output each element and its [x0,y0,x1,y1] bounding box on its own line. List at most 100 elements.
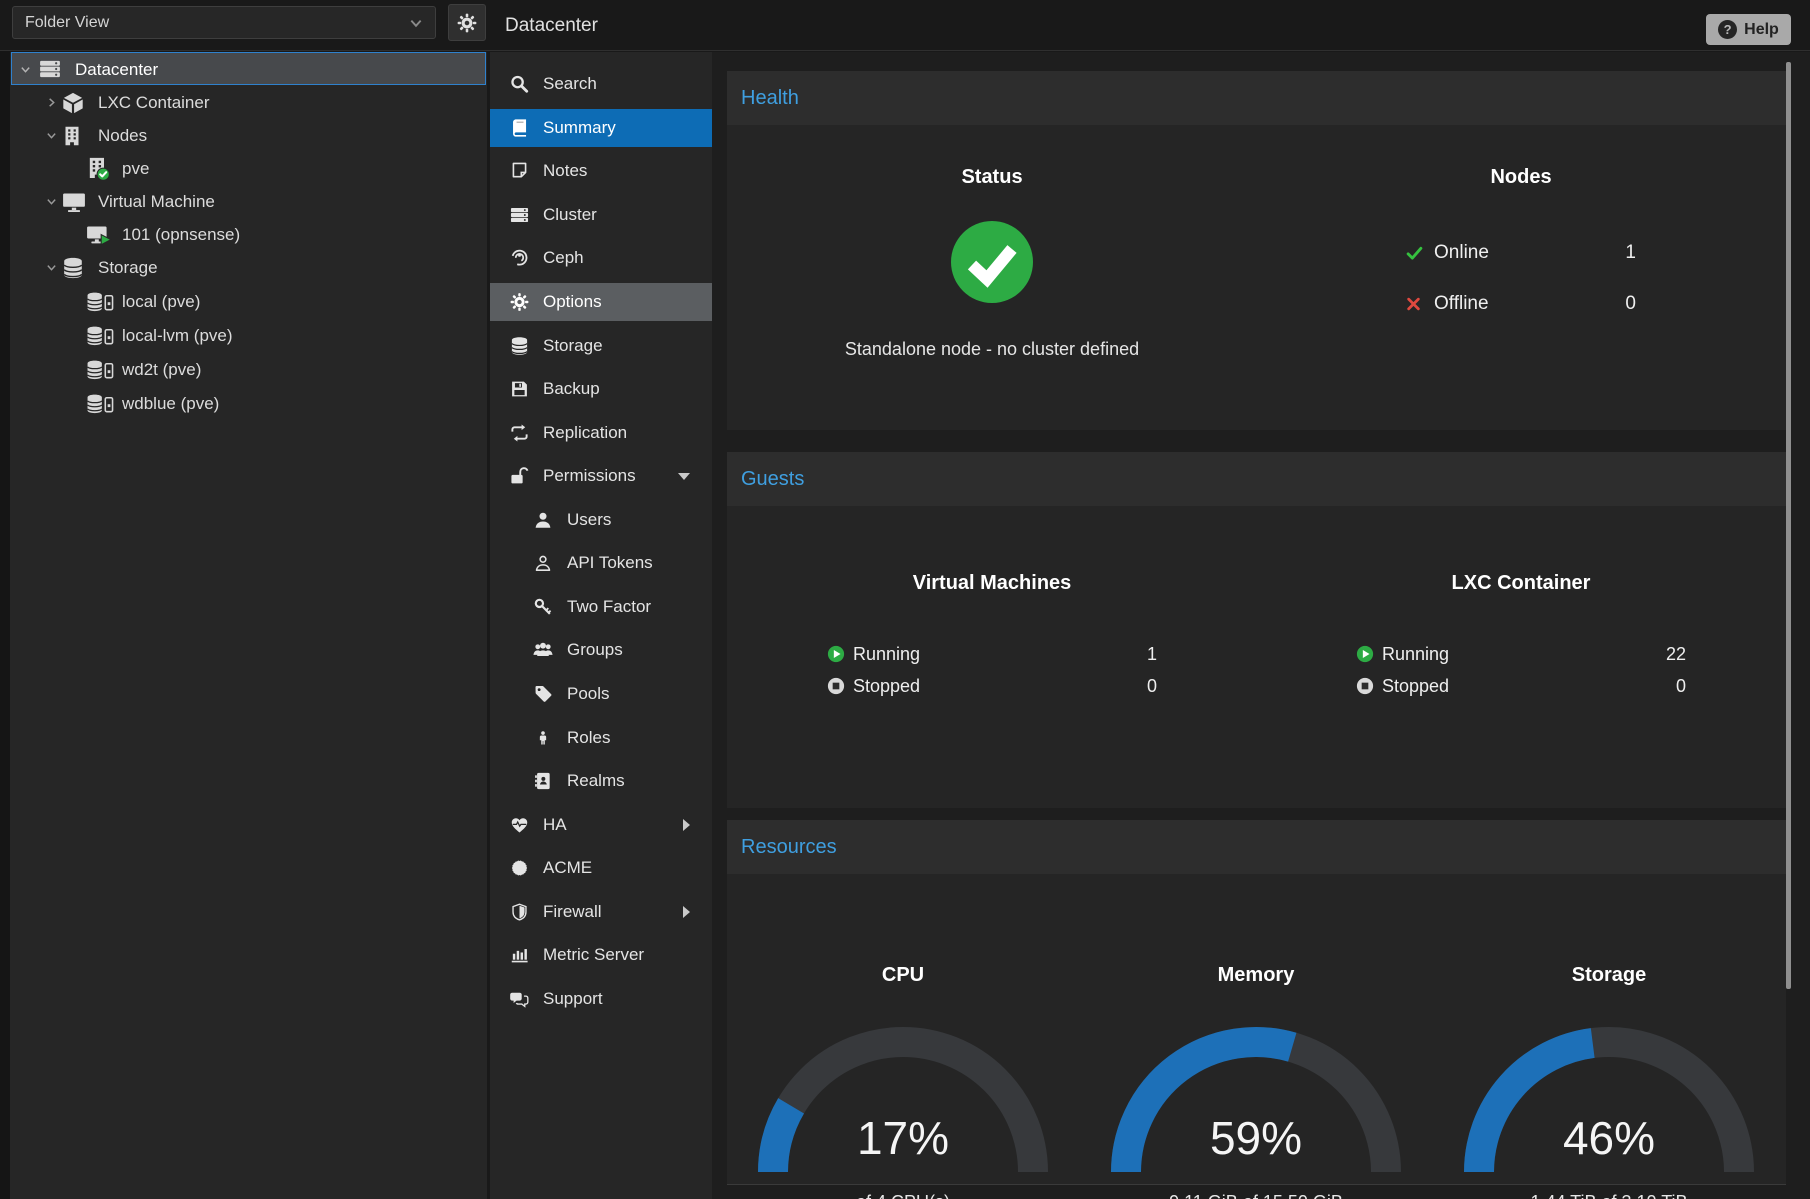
check-icon [1406,245,1423,262]
key-icon [532,598,554,616]
menu-item-replication[interactable]: Replication [490,414,712,452]
folder-view-select[interactable]: Folder View [12,6,436,39]
menu-item-label: Firewall [543,893,602,931]
menu-item-label: Roles [567,719,610,757]
lxc-stopped-row: Stopped 0 [1356,672,1686,700]
menu-item-label: Permissions [543,457,636,495]
menu-item-two-factor[interactable]: Two Factor [490,588,712,626]
caret-down-icon[interactable] [46,119,57,152]
menu-item-metric-server[interactable]: Metric Server [490,936,712,974]
menu-item-label: HA [543,806,567,844]
caret-right-icon[interactable] [683,906,690,918]
menu-item-ha[interactable]: HA [490,806,712,844]
view-settings-button[interactable] [448,4,486,41]
menu-item-label: Groups [567,631,623,669]
row-value: 0 [1676,672,1686,700]
tree-item-storage-wd2t[interactable]: wd2t (pve) [10,353,487,386]
row-label: Stopped [1382,672,1449,700]
bar-chart-icon [508,946,530,964]
row-value: 1 [1147,640,1157,668]
seal-icon [508,859,530,878]
tree-item-lxc-container[interactable]: LXC Container [10,86,487,119]
user-icon [532,511,554,529]
vm-running-row: Running 1 [827,640,1157,668]
book-icon [508,119,530,138]
menu-item-support[interactable]: Support [490,980,712,1018]
menu-item-label: ACME [543,849,592,887]
caret-down-icon[interactable] [20,53,31,86]
caret-down-icon[interactable] [678,473,690,480]
menu-item-backup[interactable]: Backup [490,370,712,408]
guests-panel-title: Guests [741,452,804,506]
chevron-down-icon [409,16,423,30]
menu-item-label: Summary [543,109,616,147]
caret-right-icon[interactable] [683,819,690,831]
storage-caption: 1.44 TiB of 3.10 TiB [1530,1192,1687,1199]
menu-item-options[interactable]: Options [490,283,712,321]
memory-percent: 59% [1210,1111,1302,1165]
tree-item-virtual-machine[interactable]: Virtual Machine [10,185,487,218]
comments-icon [508,990,530,1008]
vm-stopped-row: Stopped 0 [827,672,1157,700]
tree-item-storage-wdblue[interactable]: wdblue (pve) [10,387,487,420]
tree-item-storage-local[interactable]: local (pve) [10,285,487,318]
proxmox-app: Folder View Datacenter ? Help Datacenter… [0,0,1810,1199]
menu-item-storage[interactable]: Storage [490,327,712,365]
health-panel: Status Nodes Standalone node - no cluste… [727,71,1786,430]
nodes-online-row: Online 1 [1406,239,1636,267]
tree-item-label: local (pve) [122,285,200,318]
tree-item-label: local-lvm (pve) [122,319,233,352]
menu-item-permissions[interactable]: Permissions [490,457,712,495]
floppy-icon [508,380,530,399]
status-column-header: Status [961,166,1022,189]
menu-item-label: Storage [543,327,603,365]
menu-item-firewall[interactable]: Firewall [490,893,712,931]
desktop-icon [62,191,86,213]
tree-item-nodes[interactable]: Nodes [10,119,487,152]
menu-item-realms[interactable]: Realms [490,762,712,800]
menu-item-acme[interactable]: ACME [490,849,712,887]
breadcrumb: Datacenter [505,0,598,51]
menu-item-search[interactable]: Search [490,65,712,103]
question-circle-icon: ? [1718,20,1737,39]
guests-panel-body: Virtual Machines LXC Container Running 1… [727,506,1786,808]
database-drive-icon [86,359,114,380]
caret-right-icon[interactable] [46,86,57,119]
menu-item-ceph[interactable]: Ceph [490,239,712,277]
tree-item-label: Nodes [98,119,147,152]
building-icon [62,125,82,147]
menu-item-summary[interactable]: Summary [490,109,712,147]
gear-icon [508,293,530,312]
tree-item-pve[interactable]: pve [10,152,487,185]
row-label: Online [1434,239,1489,267]
tree-item-storage-local-lvm[interactable]: local-lvm (pve) [10,319,487,352]
menu-item-roles[interactable]: Roles [490,719,712,757]
tree-item-label: Virtual Machine [98,185,215,218]
menu-item-users[interactable]: Users [490,501,712,539]
address-book-icon [532,772,554,791]
menu-item-label: Ceph [543,239,584,277]
caret-down-icon[interactable] [46,251,57,284]
menu-item-groups[interactable]: Groups [490,631,712,669]
database-icon [508,337,530,356]
tag-icon [532,685,554,704]
status-ok-icon [949,219,1035,305]
row-value: 0 [1625,290,1636,318]
row-value: 0 [1147,672,1157,700]
vertical-scrollbar[interactable] [1786,62,1791,989]
database-icon [62,257,84,279]
caret-down-icon[interactable] [46,185,57,218]
menu-item-pools[interactable]: Pools [490,675,712,713]
menu-item-notes[interactable]: Notes [490,152,712,190]
tree-item-storage[interactable]: Storage [10,251,487,284]
help-button[interactable]: ? Help [1706,14,1791,45]
nodes-column-header: Nodes [1490,166,1551,189]
tree-item-datacenter[interactable]: Datacenter [11,52,486,85]
help-button-label: Help [1744,21,1779,39]
memory-column-header: Memory [1218,964,1295,987]
menu-item-cluster[interactable]: Cluster [490,196,712,234]
running-icon [827,645,845,663]
menu-item-api-tokens[interactable]: API Tokens [490,544,712,582]
database-drive-icon [86,393,114,414]
tree-item-vm-101[interactable]: 101 (opnsense) [10,218,487,251]
